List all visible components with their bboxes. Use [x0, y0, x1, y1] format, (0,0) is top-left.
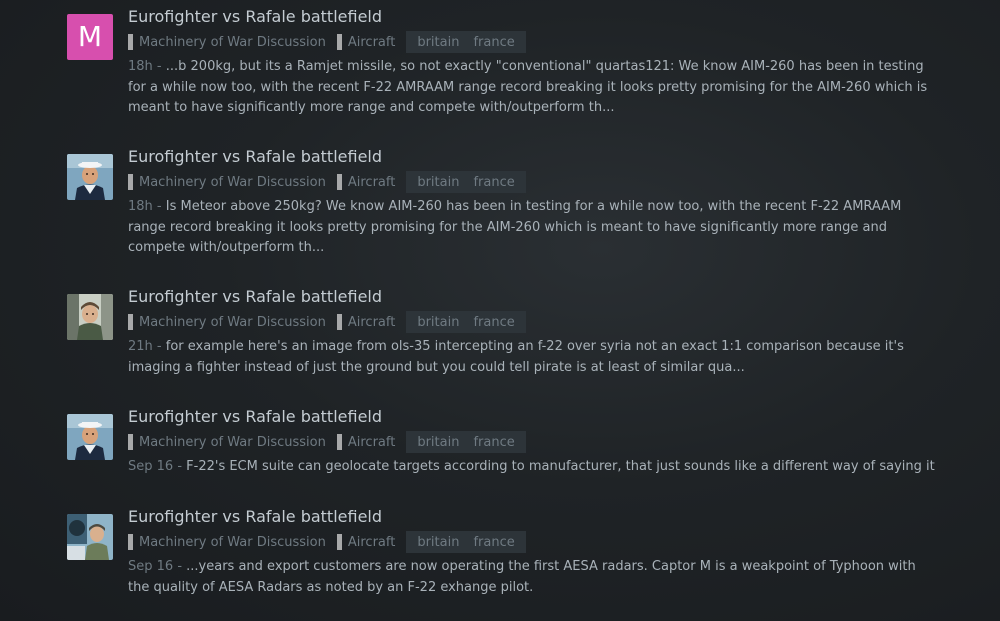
pilot-cockpit-avatar-icon[interactable] [67, 294, 113, 340]
category-badge-icon [336, 314, 342, 330]
user-avatar[interactable]: M [67, 14, 113, 60]
tag-list: britain france [406, 311, 526, 333]
subcategory-link[interactable]: Aircraft [336, 434, 395, 450]
category-link[interactable]: Machinery of War Discussion [128, 534, 326, 550]
tag-list: britain france [406, 431, 526, 453]
topic-meta: Machinery of War Discussion Aircraft bri… [128, 171, 526, 193]
pilot-jet-avatar-icon[interactable] [67, 514, 113, 560]
post-excerpt[interactable]: 18h - Is Meteor above 250kg? We know AIM… [128, 197, 938, 259]
tag-france[interactable]: france [466, 435, 521, 450]
post-date: Sep 16 [128, 459, 174, 474]
category-link[interactable]: Machinery of War Discussion [128, 174, 326, 190]
subcategory-link[interactable]: Aircraft [336, 34, 395, 50]
category-badge-icon [336, 434, 342, 450]
topic-title-link[interactable]: Eurofighter vs Rafale battlefield [128, 7, 382, 26]
tag-list: britain france [406, 531, 526, 553]
sailor-avatar-icon[interactable] [67, 154, 113, 200]
tag-list: britain france [406, 171, 526, 193]
topic-meta: Machinery of War Discussion Aircraft bri… [128, 431, 526, 453]
tag-list: britain france [406, 31, 526, 53]
category-link[interactable]: Machinery of War Discussion [128, 34, 326, 50]
tag-france[interactable]: france [466, 175, 521, 190]
topic-meta: Machinery of War Discussion Aircraft bri… [128, 311, 526, 333]
topic-title-link[interactable]: Eurofighter vs Rafale battlefield [128, 507, 382, 526]
topic-meta: Machinery of War Discussion Aircraft bri… [128, 531, 526, 553]
category-badge-icon [128, 34, 133, 50]
post-date: 21h [128, 339, 153, 354]
tag-france[interactable]: france [466, 35, 521, 50]
topic-title-link[interactable]: Eurofighter vs Rafale battlefield [128, 407, 382, 426]
post-excerpt[interactable]: Sep 16 - ...years and export customers a… [128, 557, 938, 598]
subcategory-link[interactable]: Aircraft [336, 534, 395, 550]
topic-title-link[interactable]: Eurofighter vs Rafale battlefield [128, 147, 382, 166]
category-badge-icon [128, 434, 133, 450]
tag-france[interactable]: france [466, 535, 521, 550]
category-badge-icon [128, 534, 133, 550]
tag-britain[interactable]: britain [410, 435, 466, 450]
topic-title-link[interactable]: Eurofighter vs Rafale battlefield [128, 287, 382, 306]
tag-britain[interactable]: britain [410, 315, 466, 330]
post-date: Sep 16 [128, 559, 174, 574]
post-excerpt[interactable]: Sep 16 - F-22's ECM suite can geolocate … [128, 457, 938, 478]
subcategory-link[interactable]: Aircraft [336, 174, 395, 190]
category-link[interactable]: Machinery of War Discussion [128, 434, 326, 450]
category-badge-icon [336, 34, 342, 50]
sailor-avatar-icon[interactable] [67, 414, 113, 460]
post-excerpt[interactable]: 18h - ...b 200kg, but its a Ramjet missi… [128, 57, 938, 119]
subcategory-link[interactable]: Aircraft [336, 314, 395, 330]
post-excerpt[interactable]: 21h - for example here's an image from o… [128, 337, 938, 378]
topic-meta: Machinery of War Discussion Aircraft bri… [128, 31, 526, 53]
tag-france[interactable]: france [466, 315, 521, 330]
post-date: 18h [128, 59, 153, 74]
category-badge-icon [128, 314, 133, 330]
category-link[interactable]: Machinery of War Discussion [128, 314, 326, 330]
category-badge-icon [128, 174, 133, 190]
tag-britain[interactable]: britain [410, 535, 466, 550]
category-badge-icon [336, 534, 342, 550]
tag-britain[interactable]: britain [410, 35, 466, 50]
post-date: 18h [128, 199, 153, 214]
search-results-list: M Eurofighter vs Rafale battlefield Mach… [0, 0, 1000, 621]
tag-britain[interactable]: britain [410, 175, 466, 190]
category-badge-icon [336, 174, 342, 190]
